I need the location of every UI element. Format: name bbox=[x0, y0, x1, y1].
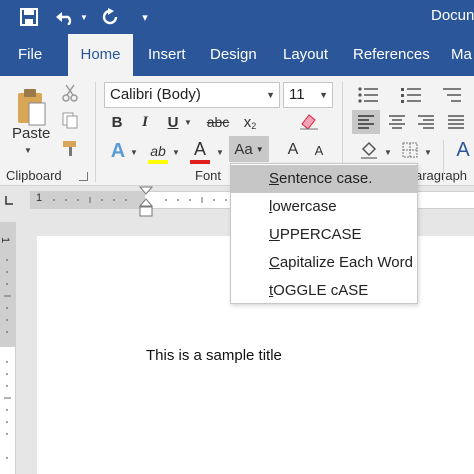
indent-marker[interactable] bbox=[138, 186, 154, 218]
paste-button-label[interactable]: Paste bbox=[12, 125, 50, 142]
shrink-font-button[interactable]: A bbox=[308, 138, 330, 162]
bullets-icon[interactable] bbox=[355, 84, 383, 106]
font-group-label: Font bbox=[195, 168, 222, 183]
borders-icon[interactable] bbox=[398, 138, 422, 162]
change-case-button[interactable]: Aa ▼ bbox=[229, 136, 269, 162]
vertical-ruler-ticks bbox=[4, 259, 11, 459]
document-text[interactable]: This is a sample title bbox=[146, 347, 282, 364]
align-right-icon[interactable] bbox=[412, 110, 440, 134]
font-size-value: 11 bbox=[289, 86, 305, 103]
window-title: Docun bbox=[431, 7, 474, 24]
customize-qat-icon[interactable]: ▾ bbox=[138, 0, 152, 34]
clear-formatting-icon[interactable] bbox=[296, 108, 322, 134]
menu-item-label: owercase bbox=[272, 198, 337, 215]
group-separator bbox=[443, 140, 444, 182]
copy-icon[interactable] bbox=[58, 108, 82, 132]
tab-file[interactable]: File bbox=[18, 34, 42, 76]
shading-icon[interactable] bbox=[355, 138, 383, 162]
subscript-button[interactable]: x2 bbox=[238, 110, 262, 134]
highlight-label: ab bbox=[150, 143, 166, 159]
tab-design[interactable]: Design bbox=[210, 34, 257, 76]
ribbon-tabs: File Home Insert Design Layout Reference… bbox=[0, 34, 474, 76]
text-effects-button[interactable]: A bbox=[106, 138, 130, 164]
tab-selector-icon[interactable] bbox=[2, 193, 16, 207]
font-name-value: Calibri (Body) bbox=[110, 86, 201, 103]
highlight-color-bar bbox=[148, 160, 168, 164]
grow-font-button[interactable]: A bbox=[282, 138, 304, 162]
menu-item-label: apitalize Each Word bbox=[279, 254, 413, 271]
change-case-menu: Sentence case. lowercase UPPERCASE Capit… bbox=[230, 163, 418, 304]
menu-item-uppercase[interactable]: UPPERCASE bbox=[231, 221, 417, 249]
italic-button[interactable]: I bbox=[134, 110, 156, 134]
text-effects-dropdown-icon[interactable]: ▼ bbox=[130, 148, 138, 157]
chevron-down-icon[interactable]: ▼ bbox=[319, 83, 328, 107]
menu-item-sentence-case[interactable]: Sentence case. bbox=[231, 165, 417, 193]
menu-item-label: OGGLE cASE bbox=[273, 282, 369, 299]
chevron-down-icon[interactable]: ▼ bbox=[266, 83, 275, 107]
tab-insert[interactable]: Insert bbox=[148, 34, 186, 76]
menu-item-lowercase[interactable]: lowercase bbox=[231, 193, 417, 221]
chevron-down-icon: ▼ bbox=[255, 144, 264, 154]
undo-icon[interactable] bbox=[52, 0, 78, 34]
font-name-combo[interactable]: Calibri (Body) ▼ bbox=[104, 82, 280, 108]
underline-button[interactable]: U bbox=[162, 110, 184, 134]
align-center-icon[interactable] bbox=[383, 110, 411, 134]
vertical-ruler[interactable]: 1 bbox=[0, 222, 16, 474]
strikethrough-button[interactable]: abc bbox=[203, 110, 233, 134]
menu-item-label: PPERCASE bbox=[279, 226, 362, 243]
font-size-combo[interactable]: 11 ▼ bbox=[283, 82, 333, 108]
font-color-bar bbox=[190, 160, 210, 164]
change-case-label: Aa bbox=[234, 140, 253, 158]
save-icon[interactable] bbox=[14, 0, 44, 34]
bold-button[interactable]: B bbox=[106, 110, 128, 134]
paragraph-group-label: aragraph bbox=[415, 168, 468, 183]
menu-item-accel: S bbox=[269, 170, 280, 187]
menu-item-accel: U bbox=[269, 226, 280, 243]
group-separator bbox=[95, 82, 96, 182]
underline-dropdown-icon[interactable]: ▼ bbox=[184, 118, 192, 127]
clipboard-group-label: Clipboard bbox=[6, 168, 62, 183]
tab-layout[interactable]: Layout bbox=[283, 34, 328, 76]
clipboard-launcher-icon[interactable] bbox=[79, 172, 88, 181]
font-color-dropdown-icon[interactable]: ▼ bbox=[216, 148, 224, 157]
menu-item-label: entence case. bbox=[279, 170, 373, 187]
highlight-dropdown-icon[interactable]: ▼ bbox=[172, 148, 180, 157]
subscript-2: 2 bbox=[251, 121, 257, 131]
cut-icon[interactable] bbox=[58, 81, 82, 105]
justify-icon[interactable] bbox=[442, 110, 470, 134]
title-bar: ▼ ▾ Docun bbox=[0, 0, 474, 34]
paste-dropdown-icon[interactable]: ▼ bbox=[24, 146, 32, 155]
menu-item-accel: C bbox=[269, 254, 280, 271]
styles-icon[interactable]: A bbox=[452, 136, 474, 164]
subscript-x: x bbox=[243, 113, 252, 131]
borders-dropdown-icon[interactable]: ▼ bbox=[424, 148, 432, 157]
tab-references[interactable]: References bbox=[353, 34, 430, 76]
numbering-icon[interactable] bbox=[398, 84, 426, 106]
shading-dropdown-icon[interactable]: ▼ bbox=[384, 148, 392, 157]
redo-icon[interactable] bbox=[97, 0, 123, 34]
format-painter-icon[interactable] bbox=[58, 136, 82, 160]
multilevel-list-icon[interactable] bbox=[438, 84, 466, 106]
tab-home[interactable]: Home bbox=[68, 34, 133, 76]
font-color-button[interactable]: A bbox=[188, 136, 212, 162]
align-left-icon[interactable] bbox=[352, 110, 380, 134]
menu-item-capitalize-each-word[interactable]: Capitalize Each Word bbox=[231, 249, 417, 277]
menu-item-toggle-case[interactable]: tOGGLE cASE bbox=[231, 277, 417, 305]
undo-dropdown-icon[interactable]: ▼ bbox=[78, 0, 90, 34]
tab-mailings[interactable]: Ma bbox=[451, 34, 472, 76]
